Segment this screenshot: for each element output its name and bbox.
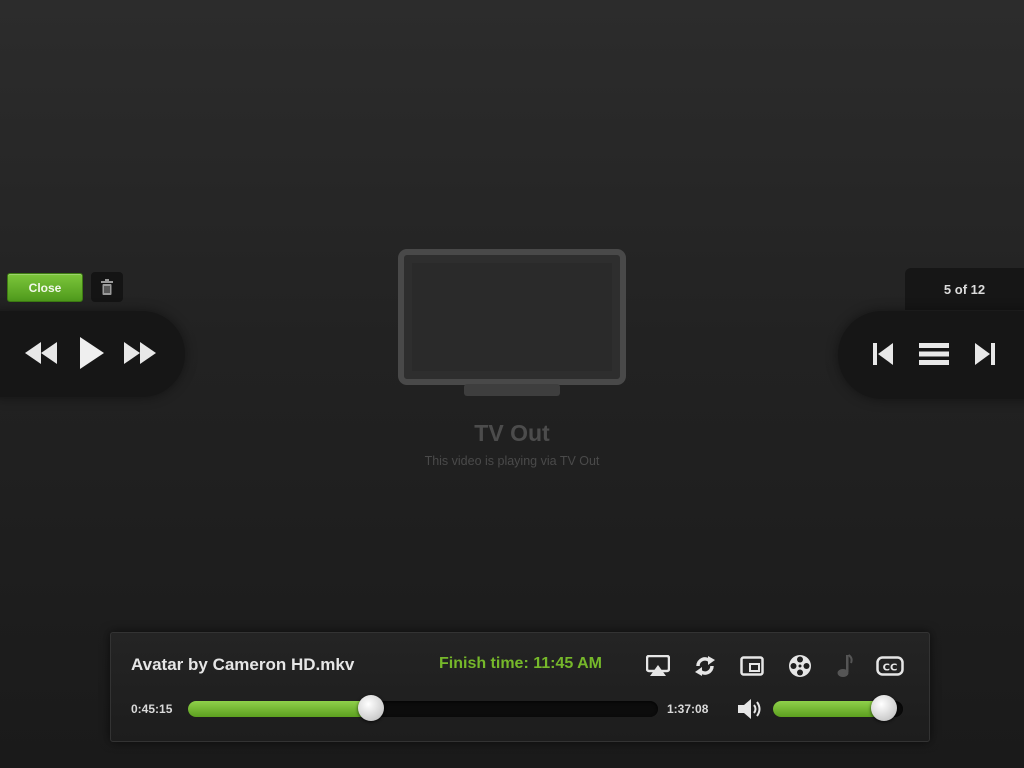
fast-forward-button[interactable] (123, 338, 157, 368)
playback-control-bar: Avatar by Cameron HD.mkv Finish time: 11… (110, 632, 930, 742)
rewind-icon (25, 342, 57, 364)
tv-icon (398, 249, 626, 404)
subtitles-button[interactable]: CC (875, 651, 905, 681)
airplay-icon (646, 655, 670, 676)
close-button[interactable]: Close (7, 273, 83, 302)
audio-track-button[interactable] (829, 651, 859, 681)
closed-captions-icon: CC (876, 656, 904, 676)
previous-track-button[interactable] (870, 340, 896, 368)
film-reel-icon (789, 655, 811, 677)
seek-bar-handle[interactable] (358, 695, 385, 721)
finish-time: Finish time: 11:45 AM (439, 655, 602, 672)
playlist-button[interactable] (917, 340, 951, 368)
volume-slider-level (773, 701, 884, 717)
repeat-button[interactable] (690, 651, 720, 681)
trash-icon (101, 279, 113, 295)
aspect-ratio-button[interactable] (737, 651, 767, 681)
svg-text:CC: CC (883, 663, 898, 674)
skip-next-icon (975, 343, 995, 365)
volume-slider[interactable] (773, 695, 903, 721)
elapsed-time: 0:45:15 (131, 702, 173, 716)
aspect-ratio-icon (740, 656, 764, 676)
skip-previous-icon (873, 343, 893, 365)
play-button[interactable] (78, 336, 106, 370)
seek-bar[interactable] (188, 695, 658, 721)
rewind-button[interactable] (24, 338, 58, 368)
volume-slider-handle[interactable] (870, 695, 897, 721)
play-icon (80, 337, 104, 369)
total-duration: 1:37:08 (667, 702, 709, 716)
tv-out-title: TV Out (474, 420, 550, 446)
list-icon (919, 343, 949, 365)
delete-button[interactable] (91, 272, 123, 302)
playlist-counter: 5 of 12 (905, 268, 1024, 310)
next-track-button[interactable] (972, 340, 998, 368)
speaker-icon (738, 699, 761, 719)
repeat-icon (695, 656, 715, 676)
volume-button[interactable] (737, 694, 767, 724)
video-settings-button[interactable] (785, 651, 815, 681)
tv-out-subtitle: This video is playing via TV Out (424, 454, 600, 468)
file-name: Avatar by Cameron HD.mkv (131, 655, 355, 674)
fast-forward-icon (124, 342, 156, 364)
airplay-button[interactable] (643, 651, 673, 681)
seek-bar-progress (188, 701, 372, 717)
music-note-icon (837, 654, 853, 677)
